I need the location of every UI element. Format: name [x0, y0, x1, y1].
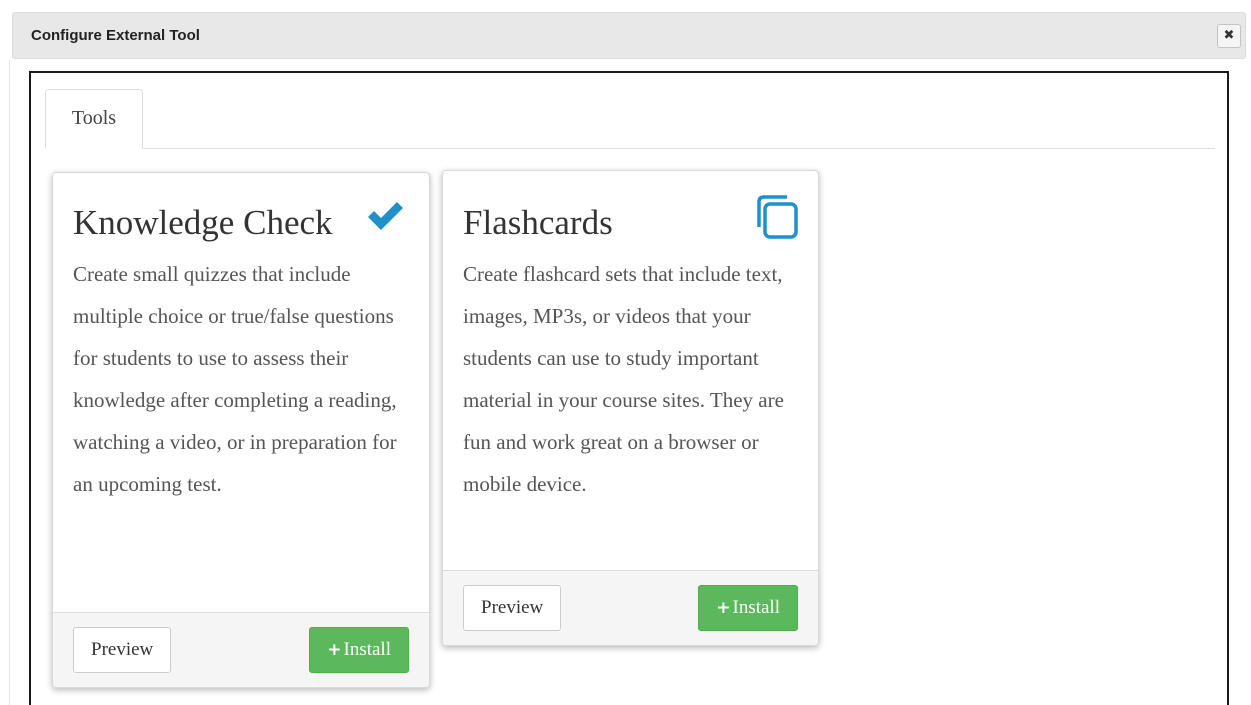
- checkmark-icon: [368, 202, 403, 230]
- tool-card-knowledge-check: Knowledge Check Create small quizzes tha…: [52, 172, 430, 688]
- dialog-left-border: [9, 60, 10, 705]
- card-title: Flashcards: [463, 203, 613, 242]
- card-footer: Preview + Install: [443, 570, 818, 645]
- preview-button[interactable]: Preview: [463, 585, 562, 631]
- copy-icon: [757, 195, 798, 239]
- preview-button[interactable]: Preview: [73, 627, 172, 673]
- plus-icon: +: [716, 598, 731, 618]
- close-button[interactable]: ✖: [1217, 24, 1241, 48]
- card-footer: Preview + Install: [53, 612, 429, 687]
- card-description: Create flashcard sets that include text,…: [463, 262, 784, 496]
- tab-tools[interactable]: Tools: [45, 89, 143, 149]
- dialog-title: Configure External Tool: [31, 27, 200, 44]
- install-button[interactable]: + Install: [309, 627, 409, 673]
- tabs-divider: [45, 148, 1215, 149]
- plus-icon: +: [327, 640, 342, 660]
- install-button[interactable]: + Install: [698, 585, 798, 631]
- card-description: Create small quizzes that include multip…: [73, 262, 397, 496]
- install-label: Install: [732, 597, 781, 618]
- close-icon: ✖: [1223, 28, 1235, 43]
- tool-card-flashcards: Flashcards Create flashcard sets that in…: [442, 170, 819, 646]
- dialog-header: Configure External Tool ✖: [12, 12, 1246, 59]
- install-label: Install: [343, 639, 392, 660]
- card-title: Knowledge Check: [73, 203, 333, 242]
